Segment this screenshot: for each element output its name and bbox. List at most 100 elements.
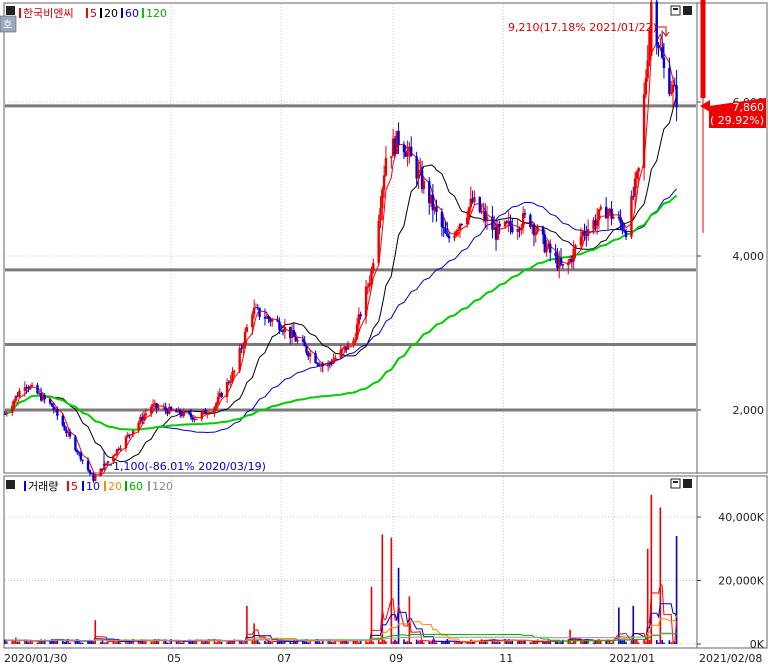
volume-bar <box>581 642 584 644</box>
volume-bar <box>542 642 544 644</box>
candle <box>104 463 108 465</box>
price-panel-frame <box>3 2 698 474</box>
volume-bar <box>13 640 15 644</box>
current-change: ( 29.92%) <box>710 114 764 127</box>
ma120-label: 120 <box>146 7 167 20</box>
volume-bar <box>453 642 456 644</box>
candle <box>642 94 646 168</box>
candle <box>43 395 46 400</box>
volume-panel-frame <box>3 475 698 649</box>
candle <box>113 454 117 456</box>
candle <box>79 452 83 460</box>
volume-bar <box>166 642 169 644</box>
volume-bar <box>182 642 185 644</box>
volume-bar <box>670 642 672 644</box>
price-axis-frame <box>696 2 768 474</box>
volume-title: 거래량 <box>28 480 58 493</box>
candle <box>473 197 476 203</box>
volume-bar <box>347 641 349 644</box>
candle <box>90 473 93 475</box>
side-tab-glyph-icon: 호 <box>3 19 12 31</box>
volume-bar <box>193 641 196 644</box>
candle <box>561 264 565 266</box>
stock-chart: 호 한국비엔씨 5 20 60 120 거래량 5 10 20 60 120 8… <box>0 0 768 665</box>
volume-bar <box>522 640 524 644</box>
volume-menu-icon[interactable] <box>6 480 15 489</box>
volume-bar <box>657 642 660 644</box>
candle <box>142 415 146 421</box>
candle <box>252 307 256 315</box>
candle <box>662 57 666 69</box>
candle <box>579 236 583 246</box>
volume-bar <box>168 642 171 644</box>
volume-bar <box>126 642 129 644</box>
volume-bar <box>404 641 407 644</box>
volume-bar <box>154 638 156 644</box>
candle <box>137 422 140 431</box>
candle <box>460 224 463 226</box>
candle <box>258 307 261 317</box>
volume-bar <box>99 641 102 644</box>
candle <box>559 258 563 265</box>
candle <box>574 245 577 249</box>
volume-bar <box>150 641 153 644</box>
volume-bar <box>643 639 645 644</box>
price-tick-label: 4,000 <box>733 250 765 263</box>
volume-bar <box>258 642 261 644</box>
candle <box>633 178 637 197</box>
candle <box>406 150 409 157</box>
maximize-icon[interactable] <box>670 5 681 16</box>
candle <box>442 226 445 229</box>
candle <box>417 170 420 179</box>
volume-bar <box>137 641 140 644</box>
volume-bar <box>663 642 665 644</box>
candle <box>61 415 64 426</box>
volume-bar <box>65 640 68 644</box>
volume-bar <box>442 642 445 644</box>
candle <box>216 396 220 404</box>
candle <box>422 181 426 190</box>
candle <box>5 413 9 415</box>
candle <box>225 382 229 398</box>
volume-bar <box>36 642 39 644</box>
volume-bar <box>271 642 273 644</box>
max-annotation: 9,210(17.18% 2021/01/22) <box>508 21 657 34</box>
candle <box>485 216 489 222</box>
candle <box>606 212 610 219</box>
volume-bar <box>430 642 432 644</box>
candle <box>76 450 79 453</box>
volume-bar <box>529 642 532 644</box>
candle <box>292 330 296 337</box>
candle <box>444 228 447 234</box>
x-tick-label: 05 <box>167 652 181 665</box>
volume-close-icon[interactable] <box>683 479 692 488</box>
candle <box>157 407 160 409</box>
candle <box>364 286 368 317</box>
volume-bar <box>574 641 577 644</box>
candle <box>233 370 236 372</box>
volume-bar <box>673 642 676 644</box>
volume-bar <box>240 641 243 644</box>
volume-bar <box>27 642 30 644</box>
volume-bar <box>278 641 281 644</box>
candle <box>621 223 624 231</box>
volume-bar <box>423 642 425 644</box>
candle <box>238 348 241 371</box>
panel-menu-icon[interactable] <box>6 6 15 15</box>
volume-bar <box>181 642 183 644</box>
candle <box>635 171 639 179</box>
x-tick-label: 2020/01/30 <box>4 652 67 665</box>
candle <box>355 324 359 340</box>
volume-bar <box>25 640 28 644</box>
volume-bar <box>253 623 255 644</box>
volume-bar <box>220 641 223 644</box>
vol-ma5-label: 5 <box>71 480 78 493</box>
candle <box>178 409 182 415</box>
candle <box>370 270 373 284</box>
candle <box>599 206 602 210</box>
volume-maximize-icon[interactable] <box>670 478 681 489</box>
candle <box>276 319 279 322</box>
candle <box>195 418 198 420</box>
candle <box>215 403 218 408</box>
close-icon[interactable] <box>683 6 692 15</box>
